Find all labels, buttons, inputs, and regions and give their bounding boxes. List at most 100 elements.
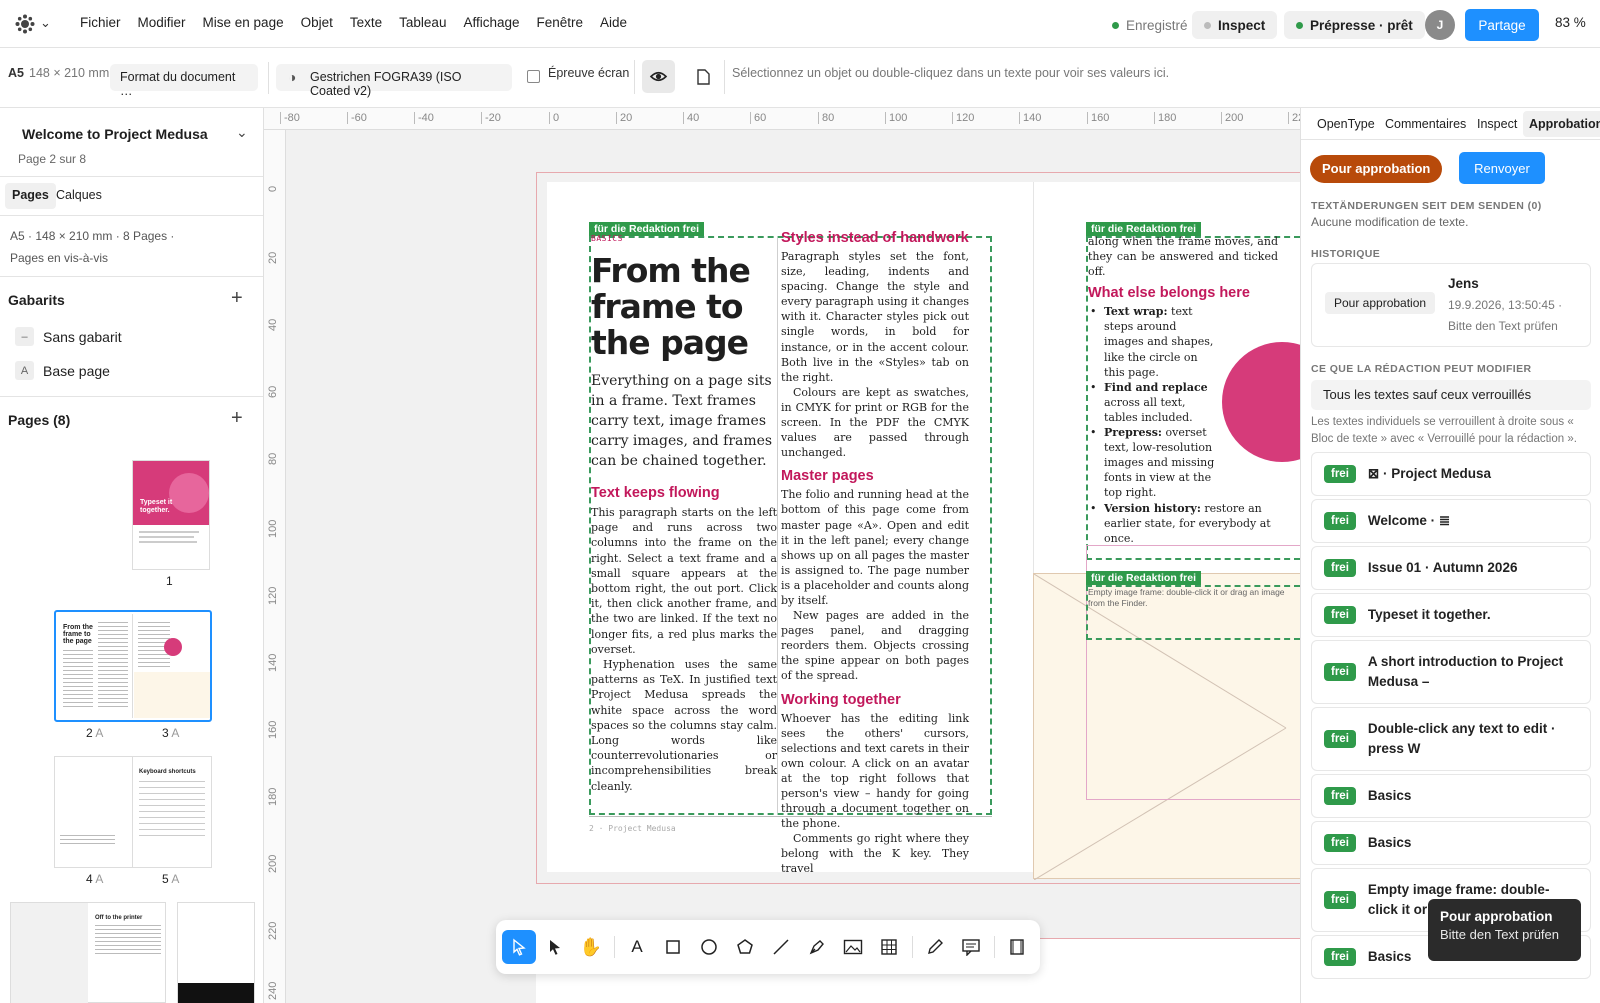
approval-item[interactable]: frei Basics — [1311, 774, 1591, 818]
document-format-button[interactable]: Format du document … — [110, 64, 258, 98]
spread-thumbnail-4-5[interactable]: Keyboard shortcuts — [54, 756, 212, 868]
approval-item[interactable]: frei Issue 01 · Autumn 2026 — [1311, 546, 1591, 590]
inspect-button[interactable]: Inspect — [1192, 11, 1278, 39]
cover-image: Typeset it together. — [133, 461, 209, 525]
paragraph-master[interactable]: The folio and running head at the bottom… — [781, 487, 969, 608]
pencil-icon — [928, 939, 943, 954]
chevron-down-icon[interactable]: ⌄ — [236, 124, 248, 141]
tab-layers[interactable]: Calques — [56, 188, 102, 202]
zoom-level[interactable]: 83 % — [1555, 15, 1586, 30]
color-profile-button[interactable]: ◑ Gestrichen FOGRA39 (ISO Coated v2) — [276, 64, 512, 98]
paragraph-continued[interactable]: along when the frame moves, and they can… — [1088, 234, 1278, 279]
master-item-none[interactable]: – Sans gabarit — [15, 327, 122, 346]
preflight-button[interactable]: Prépresse · prêt — [1284, 11, 1425, 39]
pen-tool-button[interactable] — [800, 930, 834, 964]
heading-text-keeps-flowing[interactable]: Text keeps flowing — [591, 485, 777, 501]
spread-view-button[interactable] — [1000, 930, 1034, 964]
menu-item-objet[interactable]: Objet — [301, 15, 333, 30]
app-logo-icon[interactable] — [14, 13, 36, 35]
page-thumbnail-8[interactable] — [177, 902, 255, 1003]
menu-item-modifier[interactable]: Modifier — [138, 15, 186, 30]
paragraph-hyphenation[interactable]: Hyphenation uses the same patterns as Te… — [591, 657, 777, 794]
tab-opentype[interactable]: OpenType — [1317, 117, 1375, 131]
text-tool-button[interactable]: A — [620, 930, 654, 964]
tab-comments[interactable]: Commentaires — [1385, 117, 1466, 131]
hand-tool-button[interactable]: ✋ — [574, 930, 608, 964]
select-tool-button[interactable] — [502, 930, 536, 964]
heading-what-else[interactable]: What else belongs here — [1088, 285, 1278, 301]
page-thumbnail-6[interactable] — [11, 903, 88, 1003]
paragraph-working[interactable]: Whoever has the editing link sees the ot… — [781, 711, 969, 832]
bullet-version-history[interactable]: • Version history: restore an earlier sta… — [1088, 501, 1274, 546]
history-entry[interactable]: Jens Pour approbation 19.9.2026, 13:50:4… — [1311, 263, 1591, 347]
approval-item[interactable]: frei A short introduction to Project Medu… — [1311, 640, 1591, 704]
tab-inspect[interactable]: Inspect — [1477, 117, 1517, 131]
editable-select[interactable]: Tous les textes sauf ceux verrouillés — [1311, 380, 1591, 410]
document-title[interactable]: Welcome to Project Medusa — [22, 126, 208, 142]
spread-thumbnail-6-7[interactable]: Off to the printer — [10, 902, 166, 1003]
chevron-down-icon[interactable]: ⌄ — [40, 15, 51, 31]
approval-item[interactable]: frei ⊠ · Project Medusa — [1311, 452, 1591, 496]
approval-item[interactable]: frei Basics — [1311, 821, 1591, 865]
page-thumbnail-1[interactable]: Typeset it together. — [132, 460, 210, 570]
bullet-text-wrap[interactable]: • Text wrap: text steps around images and… — [1088, 304, 1216, 379]
page-thumbnail-3[interactable] — [134, 614, 210, 718]
bullet-prepress[interactable]: • Prepress: overset text, low-resolution … — [1088, 425, 1216, 500]
approval-item[interactable]: frei Typeset it together. — [1311, 593, 1591, 637]
document-toolbar: A5 148 × 210 mm Format du document … ◑ G… — [0, 48, 1600, 108]
vertical-ruler[interactable]: 0 20 40 60 80 100 120 140 160 180 200 22… — [264, 130, 286, 1003]
spread-thumbnail-2-3[interactable]: From the frame to the page — [54, 610, 212, 722]
share-button[interactable]: Partage — [1465, 9, 1539, 41]
paragraph-comments[interactable]: Comments go right where they belong with… — [781, 831, 969, 876]
history-date: 19.9.2026, 13:50:45 · — [1448, 298, 1563, 312]
tab-pages[interactable]: Pages — [5, 183, 56, 209]
preview-eye-button[interactable] — [642, 60, 675, 93]
heading-styles[interactable]: Styles instead of handwork — [781, 230, 969, 246]
bullet-find-replace[interactable]: • Find and replace across all text, table… — [1088, 380, 1216, 425]
ellipse-tool-button[interactable] — [692, 930, 726, 964]
menu-item-aide[interactable]: Aide — [600, 15, 627, 30]
paragraph-flowing[interactable]: This paragraph starts on the left page a… — [591, 505, 777, 657]
master-item-base-page[interactable]: A Base page — [15, 361, 110, 380]
headline[interactable]: From the frame to the page — [591, 253, 777, 361]
tab-approval[interactable]: Approbation — [1523, 111, 1600, 137]
add-page-icon[interactable]: + — [231, 407, 243, 430]
line-tool-button[interactable] — [764, 930, 798, 964]
paragraph-new-pages[interactable]: New pages are added in the pages panel, … — [781, 608, 969, 683]
comment-tool-button[interactable] — [954, 930, 988, 964]
menu-item-fichier[interactable]: Fichier — [80, 15, 121, 30]
page-label-5: 5 A — [162, 872, 179, 886]
menu-item-mise-en-page[interactable]: Mise en page — [203, 15, 284, 30]
page-thumbnail-5[interactable]: Keyboard shortcuts — [134, 757, 211, 867]
kicker[interactable]: BASICS — [591, 234, 777, 243]
resend-button[interactable]: Renvoyer — [1459, 152, 1545, 184]
paragraph-styles[interactable]: Paragraph styles set the font, size, lea… — [781, 249, 969, 385]
direct-select-tool-button[interactable] — [538, 930, 572, 964]
menu-item-affichage[interactable]: Affichage — [463, 15, 519, 30]
menu-item-fenetre[interactable]: Fenêtre — [537, 15, 584, 30]
pencil-tool-button[interactable] — [918, 930, 952, 964]
polygon-tool-button[interactable] — [728, 930, 762, 964]
proof-checkbox[interactable] — [527, 70, 540, 83]
paragraph-colours[interactable]: Colours are kept as swatches, in CMYK fo… — [781, 385, 969, 460]
heading-working-together[interactable]: Working together — [781, 692, 969, 708]
menu-item-texte[interactable]: Texte — [350, 15, 382, 30]
horizontal-ruler[interactable]: -80 -60 -40 -20 0 20 40 60 80 100 120 14… — [264, 108, 1300, 130]
approval-item[interactable]: frei Double-click any text to edit · pres… — [1311, 707, 1591, 771]
hand-icon: ✋ — [579, 936, 603, 957]
image-tool-button[interactable] — [836, 930, 870, 964]
page-thumbnail-4[interactable] — [55, 757, 133, 867]
page-view-button[interactable] — [688, 60, 718, 93]
page-thumbnail-2[interactable]: From the frame to the page — [58, 614, 133, 718]
intro-paragraph[interactable]: Everything on a page sits in a frame. Te… — [591, 371, 777, 471]
tooltip-message: Bitte den Text prüfen — [1440, 927, 1560, 942]
approval-status-button[interactable]: Pour approbation — [1310, 155, 1443, 183]
rectangle-tool-button[interactable] — [656, 930, 690, 964]
add-master-icon[interactable]: + — [231, 287, 243, 310]
table-tool-button[interactable] — [872, 930, 906, 964]
menu-item-tableau[interactable]: Tableau — [399, 15, 446, 30]
user-avatar[interactable]: J — [1425, 10, 1455, 40]
approval-item[interactable]: frei Welcome · ≣ — [1311, 499, 1591, 543]
heading-master-pages[interactable]: Master pages — [781, 468, 969, 484]
canvas[interactable]: für die Redaktion frei BASICS From the f… — [286, 130, 1300, 1003]
